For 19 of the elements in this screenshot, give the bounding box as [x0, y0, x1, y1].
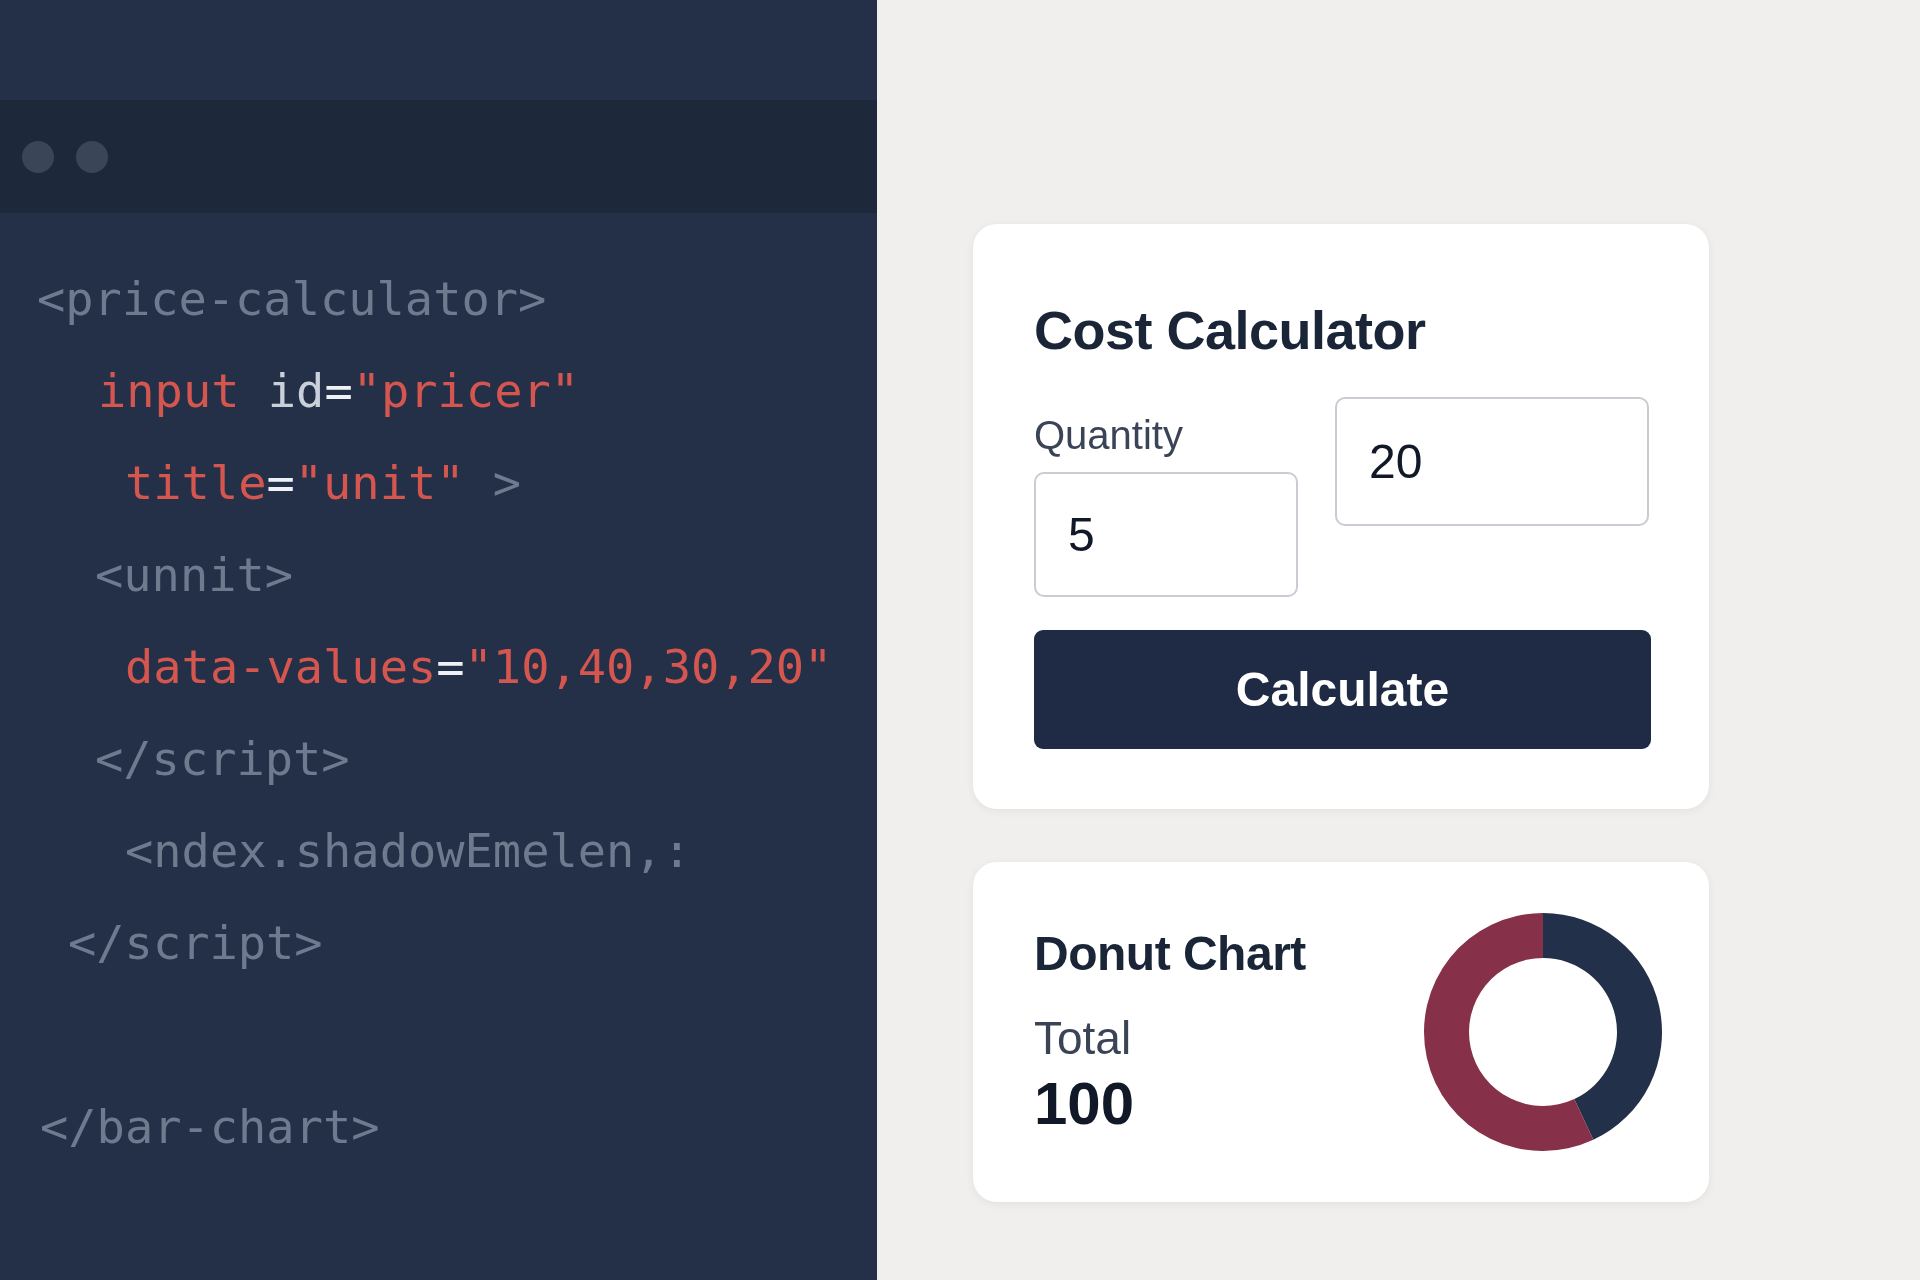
code-line: </script>: [68, 915, 323, 970]
window-dot-icon: [22, 140, 54, 173]
code-line: input id="pricer": [98, 363, 580, 418]
code-line: </script>: [95, 731, 350, 786]
code-line: <unnit>: [95, 547, 294, 602]
code-line: title="unit" >: [125, 455, 522, 510]
code-line: </bar-chart>: [40, 1099, 380, 1154]
card-title: Cost Calculator: [1034, 299, 1427, 361]
quantity-field[interactable]: 5: [1034, 472, 1298, 597]
total-label: Total: [1034, 1011, 1133, 1065]
calculate-button[interactable]: Calculate: [1034, 630, 1651, 749]
window-dot-icon: [76, 140, 108, 173]
total-value: 100: [1034, 1069, 1136, 1138]
code-line: <ndex.shadowEmelen,:: [125, 823, 691, 878]
quantity-label: Quantity: [1034, 413, 1184, 458]
code-line: <price-calculator>: [37, 271, 547, 326]
code-line: data-values="10,40,30,20": [125, 639, 833, 694]
unit-field[interactable]: 20: [1335, 397, 1649, 526]
card-title: Donut Chart: [1034, 926, 1306, 981]
